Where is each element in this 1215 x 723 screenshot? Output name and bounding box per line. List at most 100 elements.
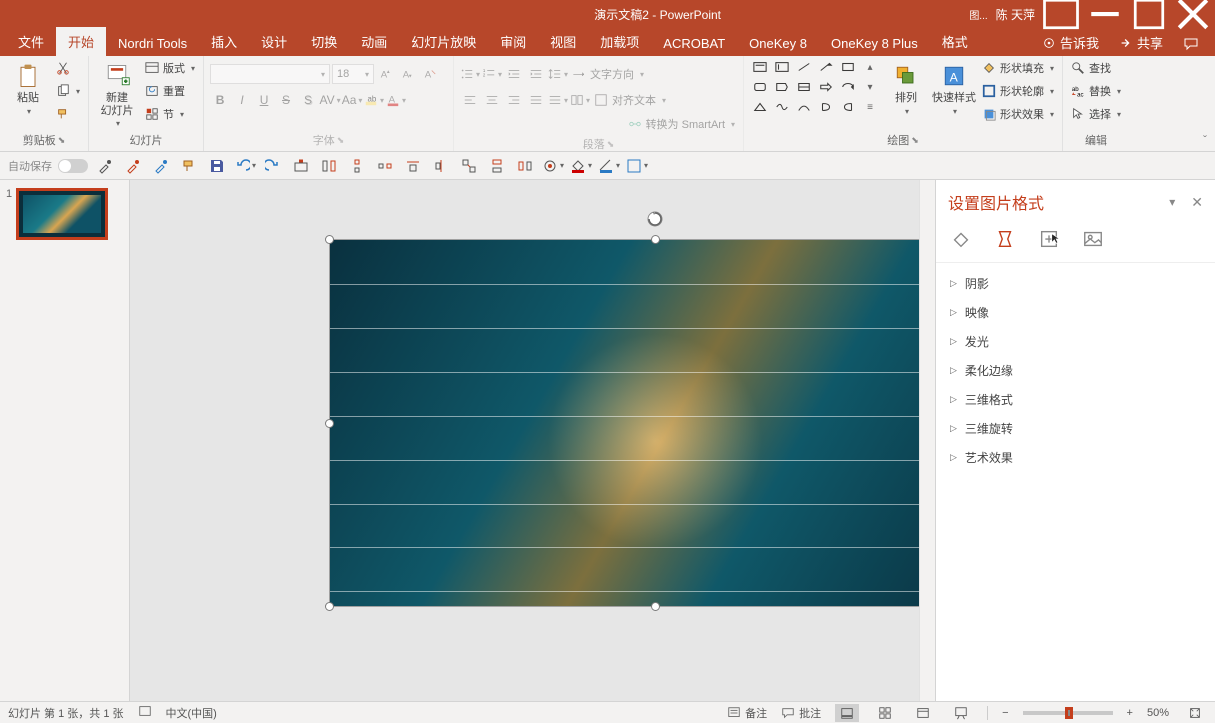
tab-insert[interactable]: 插入 bbox=[199, 27, 249, 56]
tab-view[interactable]: 视图 bbox=[538, 27, 588, 56]
zoom-out-button[interactable]: − bbox=[1002, 707, 1008, 719]
shapes-gallery[interactable]: ▴ ▾ ≡ bbox=[750, 58, 880, 116]
view-sorter-button[interactable] bbox=[873, 704, 897, 722]
qat-btn-1[interactable] bbox=[290, 155, 312, 177]
tab-design[interactable]: 设计 bbox=[249, 27, 299, 56]
change-case-button[interactable]: Aa▾ bbox=[342, 90, 362, 110]
char-spacing-button[interactable]: AV▾ bbox=[320, 90, 340, 110]
pane-item-reflection[interactable]: ▷映像 bbox=[946, 298, 1205, 327]
pane-tab-picture[interactable] bbox=[1080, 226, 1106, 252]
copy-button[interactable]: ▾ bbox=[54, 81, 82, 101]
arrange-button[interactable]: 排列▾ bbox=[884, 58, 928, 116]
find-button[interactable]: 查找 bbox=[1069, 58, 1123, 78]
resize-handle[interactable] bbox=[325, 235, 334, 244]
view-normal-button[interactable] bbox=[835, 704, 859, 722]
view-reading-button[interactable] bbox=[911, 704, 935, 722]
line-spacing-button[interactable]: ▾ bbox=[548, 64, 568, 84]
pane-item-3dformat[interactable]: ▷三维格式 bbox=[946, 385, 1205, 414]
pane-item-shadow[interactable]: ▷阴影 bbox=[946, 269, 1205, 298]
zoom-in-button[interactable]: + bbox=[1127, 707, 1133, 719]
qat-outline-icon[interactable]: ▾ bbox=[598, 155, 620, 177]
pane-item-artistic[interactable]: ▷艺术效果 bbox=[946, 443, 1205, 472]
font-color-button[interactable]: A▾ bbox=[386, 90, 406, 110]
qat-btn-11[interactable]: ▾ bbox=[626, 155, 648, 177]
section-button[interactable]: 节▾ bbox=[143, 104, 197, 124]
tab-nordri[interactable]: Nordri Tools bbox=[106, 31, 199, 56]
clear-format-button[interactable]: A bbox=[420, 64, 440, 84]
tab-addin[interactable]: 加载项 bbox=[588, 27, 651, 56]
reset-button[interactable]: 重置 bbox=[143, 81, 197, 101]
shadow-button[interactable]: S bbox=[298, 90, 318, 110]
highlight-button[interactable]: ab▾ bbox=[364, 90, 384, 110]
align-text-button[interactable]: 对齐文本▾ bbox=[592, 90, 668, 110]
align-right-button[interactable] bbox=[504, 90, 524, 110]
quick-styles-button[interactable]: A 快速样式▾ bbox=[932, 58, 976, 116]
comments-toggle[interactable] bbox=[1173, 32, 1209, 56]
pane-tab-size[interactable] bbox=[1036, 226, 1062, 252]
numbering-button[interactable]: 12▾ bbox=[482, 64, 502, 84]
pane-menu-icon[interactable]: ▾ bbox=[1169, 195, 1175, 209]
maximize-button[interactable] bbox=[1127, 0, 1171, 28]
italic-button[interactable]: I bbox=[232, 90, 252, 110]
qat-btn-5[interactable] bbox=[402, 155, 424, 177]
qat-btn-9[interactable] bbox=[514, 155, 536, 177]
save-icon[interactable] bbox=[206, 155, 228, 177]
shape-fill-button[interactable]: 形状填充▾ bbox=[980, 58, 1056, 78]
indent-decrease-button[interactable] bbox=[504, 64, 524, 84]
tab-onekey[interactable]: OneKey 8 bbox=[737, 31, 819, 56]
font-launcher[interactable]: ⬊ bbox=[337, 135, 345, 146]
slide-thumbnails-panel[interactable]: 1 bbox=[0, 180, 130, 701]
redo-icon[interactable] bbox=[262, 155, 284, 177]
pane-tab-effects[interactable] bbox=[992, 226, 1018, 252]
pane-item-3drotation[interactable]: ▷三维旋转 bbox=[946, 414, 1205, 443]
tell-me[interactable]: 告诉我 bbox=[1032, 29, 1109, 56]
select-button[interactable]: 选择▾ bbox=[1069, 104, 1123, 124]
collapse-ribbon-icon[interactable]: ˇ bbox=[1203, 133, 1207, 147]
qat-fill-icon[interactable]: ▾ bbox=[570, 155, 592, 177]
tab-animation[interactable]: 动画 bbox=[349, 27, 399, 56]
selected-picture[interactable] bbox=[330, 240, 919, 606]
qat-btn-4[interactable] bbox=[374, 155, 396, 177]
new-slide-button[interactable]: 新建 幻灯片▾ bbox=[95, 58, 139, 128]
cut-button[interactable] bbox=[54, 58, 82, 78]
underline-button[interactable]: U bbox=[254, 90, 274, 110]
tab-review[interactable]: 审阅 bbox=[488, 27, 538, 56]
distribute-button[interactable]: ▾ bbox=[548, 90, 568, 110]
font-size-combo[interactable]: 18▾ bbox=[332, 64, 374, 84]
pane-item-softedge[interactable]: ▷柔化边缘 bbox=[946, 356, 1205, 385]
autosave-toggle[interactable] bbox=[58, 159, 88, 173]
format-painter-button[interactable] bbox=[54, 104, 82, 124]
qat-btn-2[interactable] bbox=[318, 155, 340, 177]
columns-button[interactable]: ▾ bbox=[570, 90, 590, 110]
strike-button[interactable]: S bbox=[276, 90, 296, 110]
align-left-button[interactable] bbox=[460, 90, 480, 110]
slide-thumbnail-1[interactable] bbox=[16, 188, 108, 240]
qat-btn-3[interactable] bbox=[346, 155, 368, 177]
tab-onekeyplus[interactable]: OneKey 8 Plus bbox=[819, 31, 930, 56]
clipboard-launcher[interactable]: ⬊ bbox=[58, 135, 66, 146]
bold-button[interactable]: B bbox=[210, 90, 230, 110]
tab-transition[interactable]: 切换 bbox=[299, 27, 349, 56]
indent-increase-button[interactable] bbox=[526, 64, 546, 84]
close-button[interactable] bbox=[1171, 0, 1215, 28]
draw-launcher[interactable]: ⬊ bbox=[911, 135, 919, 146]
vertical-scrollbar[interactable] bbox=[919, 180, 935, 701]
share-button[interactable]: 共享 bbox=[1109, 29, 1173, 56]
pane-tab-fill[interactable] bbox=[948, 226, 974, 252]
rotate-handle[interactable] bbox=[646, 210, 664, 228]
tab-slideshow[interactable]: 幻灯片放映 bbox=[399, 27, 488, 56]
zoom-slider[interactable] bbox=[1023, 711, 1113, 715]
bullets-button[interactable]: ▾ bbox=[460, 64, 480, 84]
resize-handle[interactable] bbox=[651, 602, 660, 611]
notes-button[interactable]: 备注 bbox=[727, 705, 767, 721]
format-painter-icon[interactable] bbox=[178, 155, 200, 177]
pane-item-glow[interactable]: ▷发光 bbox=[946, 327, 1205, 356]
eyedropper3-icon[interactable] bbox=[150, 155, 172, 177]
fit-to-window-button[interactable] bbox=[1183, 704, 1207, 722]
minimize-button[interactable] bbox=[1083, 0, 1127, 28]
language-indicator[interactable]: 中文(中国) bbox=[166, 705, 217, 721]
qat-btn-6[interactable] bbox=[430, 155, 452, 177]
view-slideshow-button[interactable] bbox=[949, 704, 973, 722]
convert-smartart-button[interactable]: 转换为 SmartArt▾ bbox=[626, 114, 737, 134]
text-direction-button[interactable]: ⟶文字方向▾ bbox=[570, 64, 646, 84]
